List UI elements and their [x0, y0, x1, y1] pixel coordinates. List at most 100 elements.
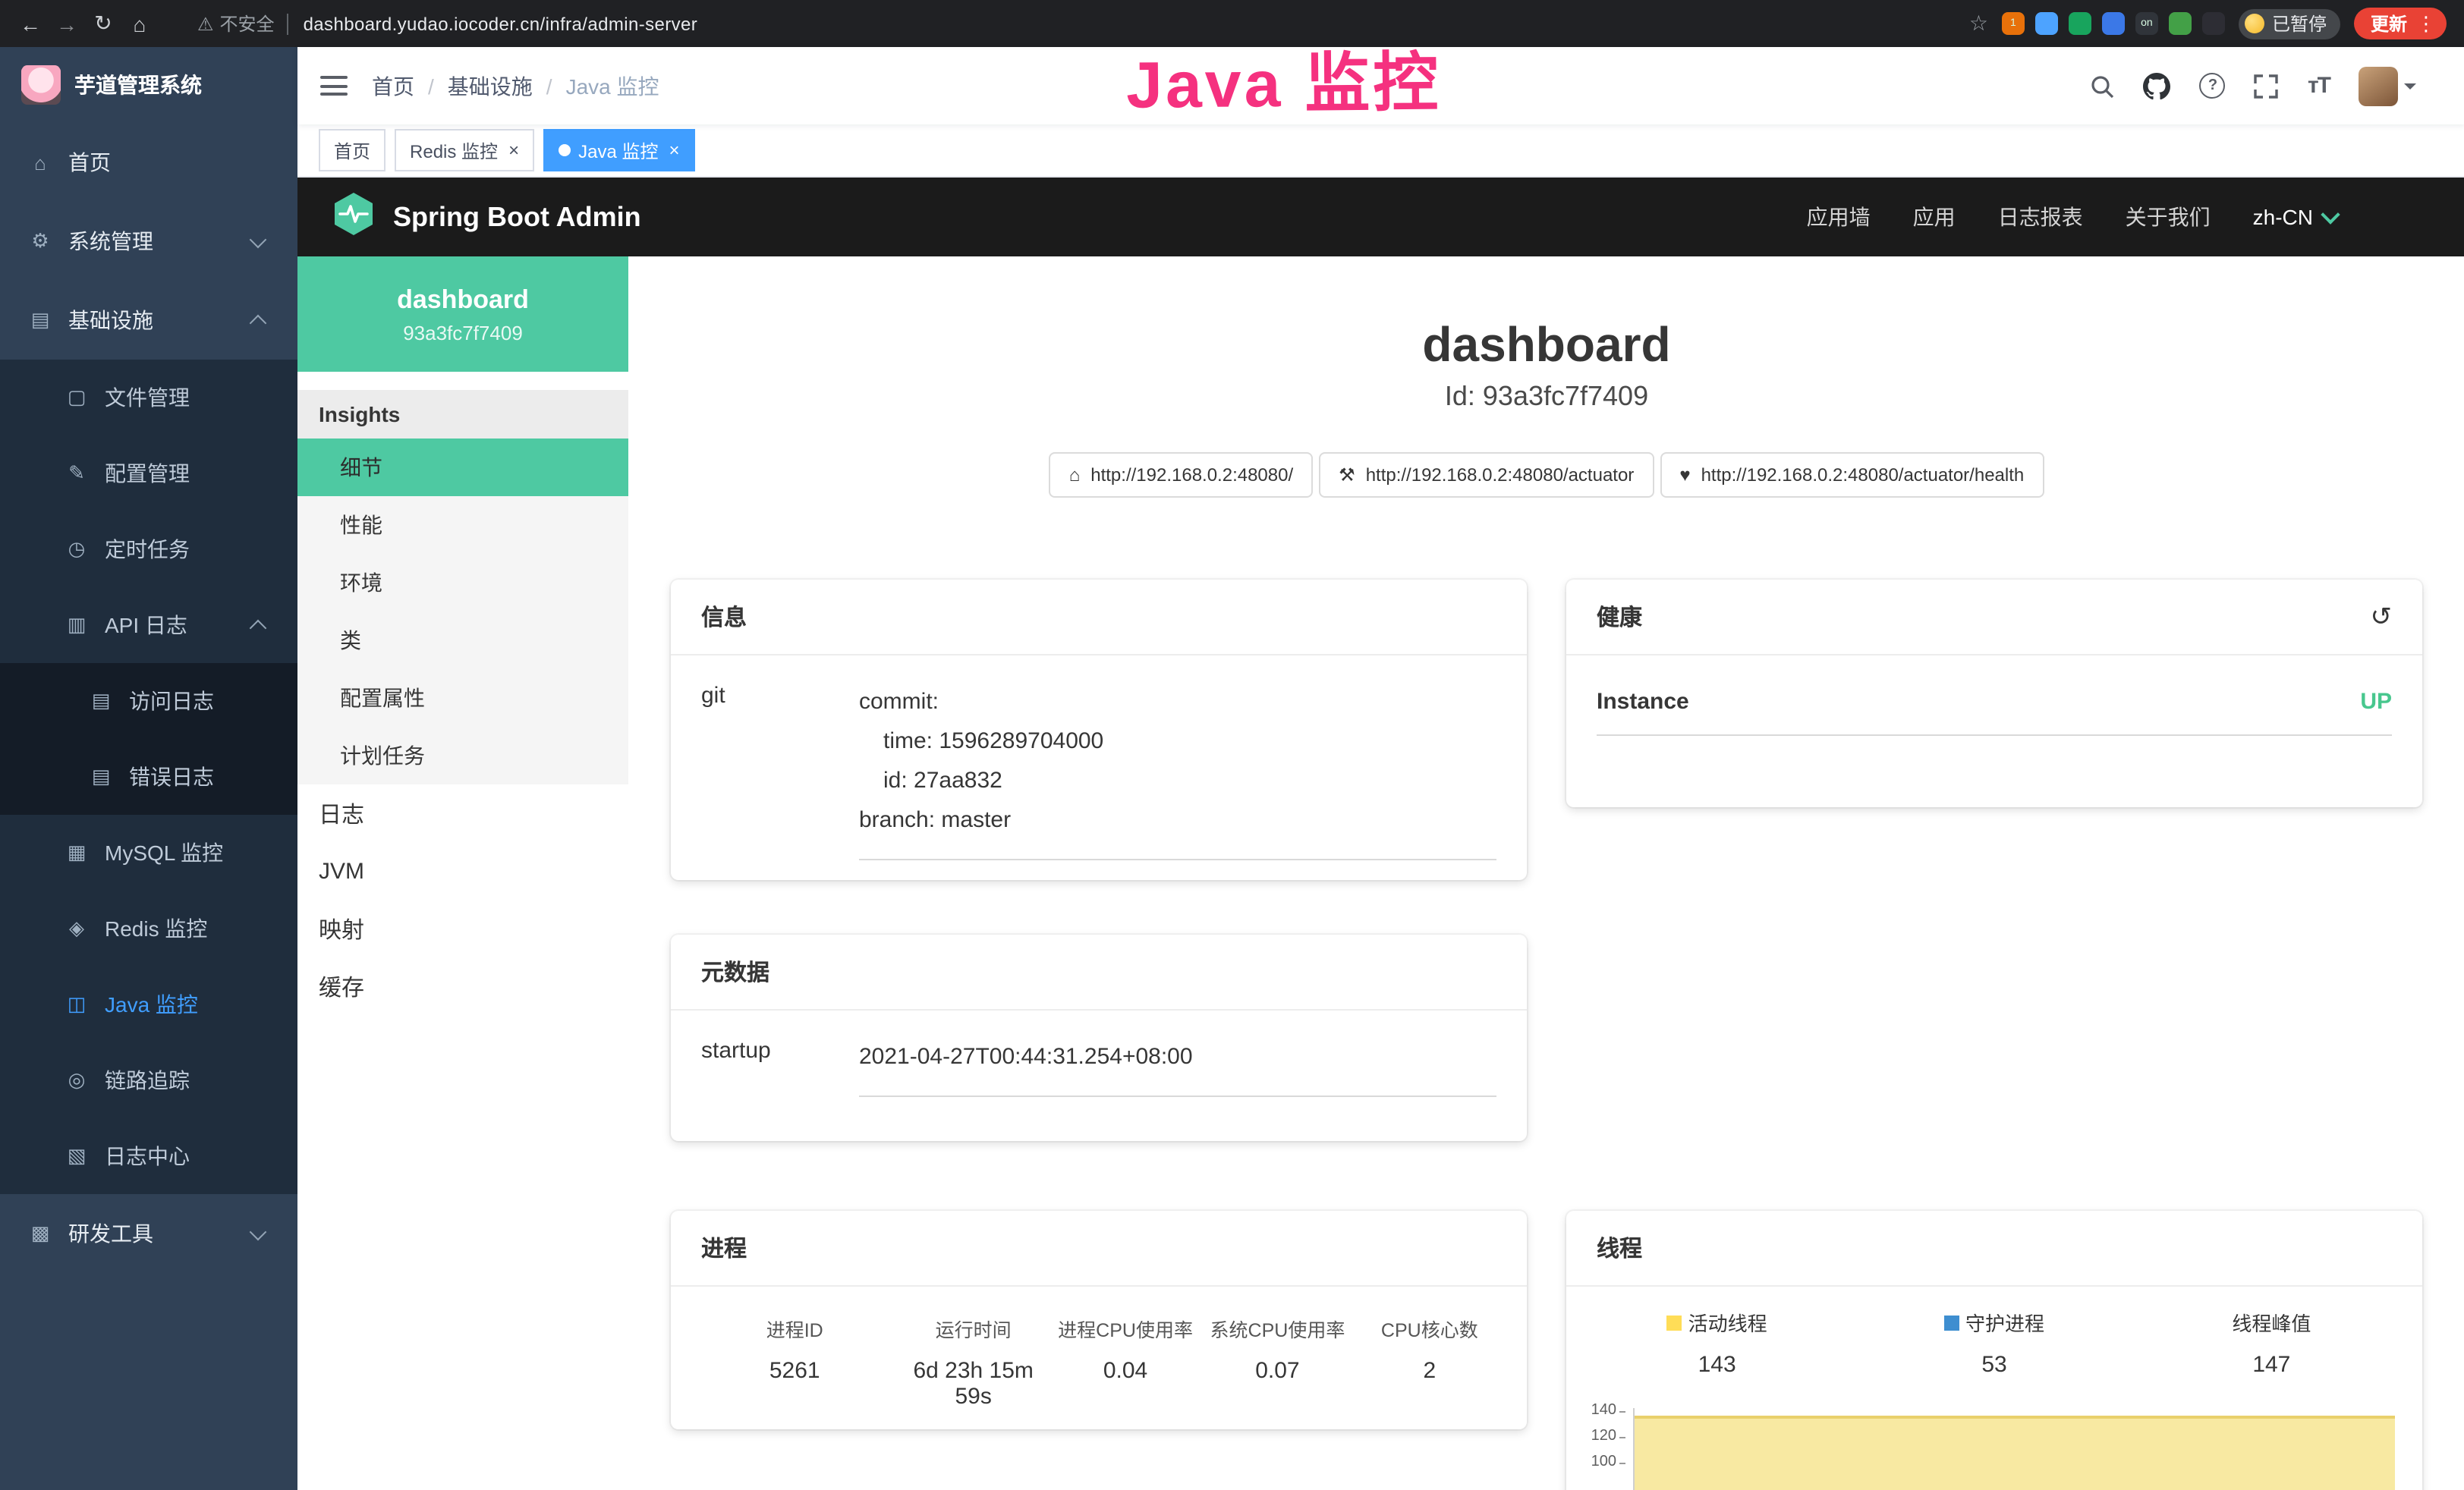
- extension-green-circle[interactable]: [2069, 12, 2091, 35]
- metadata-card: 元数据 startup 2021-04-27T00:44:31.254+08:0…: [671, 935, 1527, 1141]
- help-icon[interactable]: ?: [2200, 73, 2226, 99]
- sba-menu-item[interactable]: 计划任务: [297, 727, 628, 784]
- sidebar-menu-item[interactable]: ▥API 日志: [0, 587, 297, 663]
- process-metric: 进程ID5261: [692, 1314, 898, 1410]
- user-avatar[interactable]: [2359, 66, 2398, 105]
- cards-grid: 信息 git commit:time: 1596289704000id: 27a…: [671, 580, 2422, 1490]
- process-card: 进程 进程ID5261运行时间6d 23h 15m 59s进程CPU使用率0.0…: [671, 1211, 1527, 1429]
- thread-metric-label: 活动线程: [1578, 1308, 1855, 1337]
- extension-drop[interactable]: [2035, 12, 2058, 35]
- sidebar-menu-item[interactable]: ▢文件管理: [0, 360, 297, 435]
- sidebar-menu-item[interactable]: ◷定时任务: [0, 511, 297, 587]
- thread-metric-name: 守护进程: [1965, 1308, 2044, 1337]
- sba-menu-item[interactable]: 日志: [297, 784, 628, 842]
- process-metric-value: 5261: [692, 1358, 898, 1384]
- sidebar-menu-item[interactable]: ◫Java 监控: [0, 967, 297, 1042]
- github-icon[interactable]: [2144, 72, 2171, 99]
- sba-menu-item[interactable]: 缓存: [297, 957, 628, 1015]
- sba-brand[interactable]: Spring Boot Admin: [331, 190, 641, 244]
- endpoint-link[interactable]: ⌂http://192.168.0.2:48080/: [1049, 452, 1313, 498]
- extension-leaf[interactable]: [2169, 12, 2192, 35]
- bookmark-star-icon[interactable]: ☆: [1969, 11, 1988, 36]
- browser-back-button[interactable]: ←: [12, 11, 49, 36]
- sba-instance-header[interactable]: dashboard 93a3fc7f7409: [297, 256, 628, 372]
- sidebar-menu-item[interactable]: ⌂首页: [0, 123, 297, 202]
- sba-menu-item[interactable]: 类: [297, 611, 628, 669]
- endpoint-links: ⌂http://192.168.0.2:48080/⚒http://192.16…: [628, 452, 2464, 498]
- page-tab[interactable]: Java 监控: [543, 129, 694, 171]
- browser-home-button[interactable]: ⌂: [121, 11, 158, 36]
- sba-logo-icon: [331, 190, 376, 244]
- address-bar[interactable]: dashboard.yudao.iocoder.cn/infra/admin-s…: [304, 13, 698, 34]
- sba-nav-item[interactable]: 应用: [1892, 202, 1977, 232]
- sidebar-menu-item[interactable]: ◎链路追踪: [0, 1042, 297, 1118]
- legend-swatch-icon: [1944, 1315, 1959, 1330]
- extension-on-switch[interactable]: on: [2135, 12, 2158, 35]
- chrome-menu-icon[interactable]: ⋮: [2416, 11, 2436, 36]
- menu-item-label: 研发工具: [68, 1218, 153, 1249]
- thread-metric-value: 147: [2133, 1352, 2410, 1378]
- sba-menu-label: 缓存: [319, 970, 364, 1002]
- extension-dark[interactable]: [2202, 12, 2225, 35]
- sidebar-menu-item[interactable]: ▧ 日志中心: [0, 1118, 297, 1194]
- endpoint-link[interactable]: ⚒http://192.168.0.2:48080/actuator: [1319, 452, 1654, 498]
- sba-menu-item[interactable]: JVM: [297, 842, 628, 900]
- menu-item-label: Redis 监控: [105, 913, 207, 944]
- sidebar-menu-item[interactable]: ▤访问日志: [0, 663, 297, 739]
- browser-reload-button[interactable]: ↻: [85, 11, 121, 36]
- sba-nav-label: 应用: [1913, 202, 1956, 232]
- extension-orange[interactable]: 1: [2002, 12, 2025, 35]
- sidebar-menu-item[interactable]: ▤基础设施: [0, 281, 297, 360]
- sidebar-menu-item[interactable]: ▤错误日志: [0, 739, 297, 815]
- fullscreen-icon[interactable]: [2255, 74, 2279, 98]
- menu-item-icon: ◎: [64, 1068, 90, 1092]
- sba-sidebar: dashboard 93a3fc7f7409 Insights 细节性能环境类配…: [297, 256, 628, 1490]
- breadcrumb-item[interactable]: 基础设施/: [448, 71, 566, 101]
- sidebar-menu-item[interactable]: ⚙系统管理: [0, 202, 297, 281]
- metadata-card-header: 元数据: [671, 935, 1527, 1011]
- sba-nav-item[interactable]: zh-CN: [2232, 205, 2359, 229]
- thread-metric-value: 53: [1855, 1352, 2132, 1378]
- sba-menu-item[interactable]: 环境: [297, 554, 628, 611]
- tab-label: 首页: [334, 137, 370, 163]
- tab-close-icon[interactable]: [505, 141, 519, 159]
- menu-item-label: MySQL 监控: [105, 838, 223, 868]
- font-size-icon[interactable]: тT: [2308, 73, 2330, 99]
- thread-metric-name: 线程峰值: [2232, 1308, 2311, 1337]
- health-status-badge: UP: [2360, 689, 2392, 715]
- search-icon[interactable]: [2091, 74, 2115, 98]
- git-info-line: id: 27aa832: [859, 762, 1496, 801]
- sba-nav-item[interactable]: 应用墙: [1786, 202, 1892, 232]
- extension-grid[interactable]: [2102, 12, 2125, 35]
- history-icon[interactable]: ↺: [2371, 602, 2393, 632]
- app-logo[interactable]: 芋道管理系统: [0, 47, 297, 123]
- chrome-update-button[interactable]: 更新 ⋮: [2354, 8, 2447, 39]
- sba-menu-item[interactable]: 性能: [297, 496, 628, 554]
- sba-menu-item[interactable]: 配置属性: [297, 669, 628, 727]
- sidebar-toggle-icon[interactable]: [320, 76, 348, 96]
- sidebar-menu-item[interactable]: ▦MySQL 监控: [0, 815, 297, 891]
- insights-group-label: Insights: [297, 390, 628, 439]
- sba-menu-item[interactable]: 细节: [297, 439, 628, 496]
- instance-id: 93a3fc7f7409: [403, 321, 523, 344]
- sidebar-menu-item[interactable]: ◈Redis 监控: [0, 891, 297, 967]
- sba-menu-item[interactable]: 映射: [297, 900, 628, 957]
- menu-item-icon: ✎: [64, 461, 90, 486]
- instance-id-line: Id: 93a3fc7f7409: [628, 381, 2464, 413]
- menu-item-icon: ▧: [64, 1144, 90, 1168]
- breadcrumb-item[interactable]: Java 监控/: [566, 71, 659, 101]
- menu-item-label: 日志中心: [105, 1141, 190, 1171]
- sba-nav-item[interactable]: 日志报表: [1977, 202, 2104, 232]
- security-warning-icon[interactable]: ⚠: [197, 13, 214, 34]
- breadcrumb-item[interactable]: 首页/: [372, 71, 448, 101]
- sba-nav-item[interactable]: 关于我们: [2104, 202, 2232, 232]
- endpoint-link[interactable]: ♥http://192.168.0.2:48080/actuator/healt…: [1660, 452, 2044, 498]
- sidebar-menu-item[interactable]: ✎配置管理: [0, 435, 297, 511]
- menu-item-label: 基础设施: [68, 305, 153, 335]
- browser-forward-button[interactable]: →: [49, 11, 85, 36]
- page-tab[interactable]: 首页: [319, 129, 385, 171]
- profile-paused-badge[interactable]: 已暂停: [2239, 8, 2340, 39]
- sidebar-menu-item[interactable]: ▩研发工具: [0, 1194, 297, 1273]
- tab-close-icon[interactable]: [666, 141, 679, 159]
- page-tab[interactable]: Redis 监控: [395, 129, 534, 171]
